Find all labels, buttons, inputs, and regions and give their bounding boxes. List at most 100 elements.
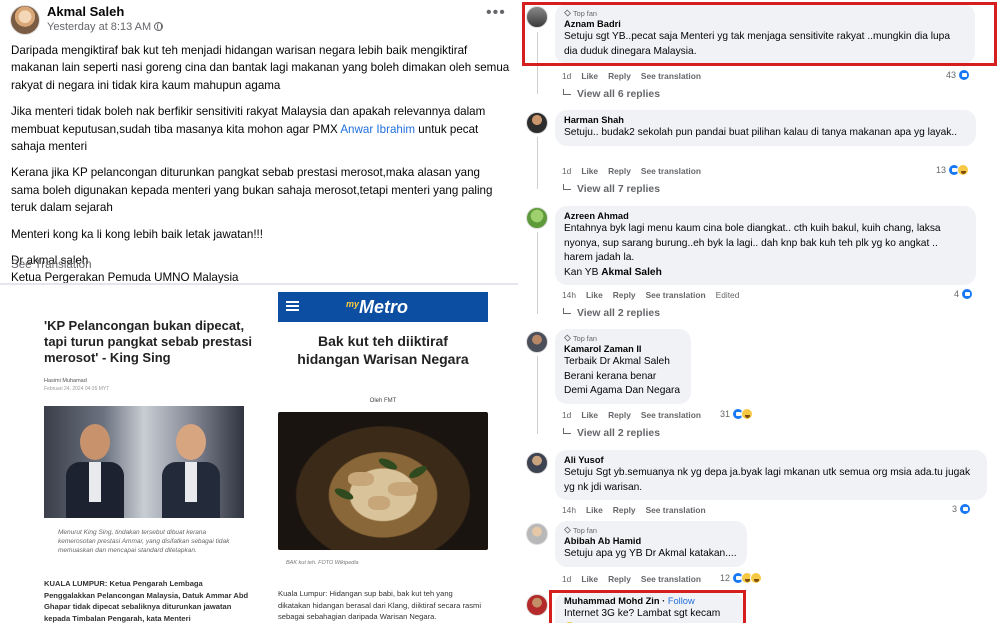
commenter-name[interactable]: Aznam Badri (564, 19, 966, 29)
article-lead: Kuala Lumpur: Hidangan sup babi, bak kut… (278, 589, 482, 621)
reaction-summary[interactable]: 12 (720, 572, 763, 584)
haha-reaction-icon (750, 572, 763, 584)
article-photo (44, 406, 244, 518)
article-date: Februari 24, 2024 04:35 MYT (44, 386, 110, 392)
more-options-button[interactable]: ••• (486, 5, 506, 22)
see-translation-link[interactable]: See Translation (11, 258, 92, 271)
reaction-summary[interactable]: 43 (946, 69, 971, 81)
see-translation-button[interactable]: See translation (641, 574, 701, 584)
reaction-summary[interactable]: 3 (952, 503, 972, 515)
article-headline: 'KP Pelancongan bukan dipecat, tapi turu… (44, 318, 253, 365)
like-button[interactable]: Like (586, 505, 603, 515)
reaction-summary[interactable]: 13 (936, 164, 970, 176)
commenter-avatar[interactable] (526, 6, 548, 28)
comment-actions: 14h Like Reply See translation (562, 505, 716, 515)
post-paragraph: Kerana jika KP pelancongan diturunkan pa… (11, 166, 493, 215)
commenter-avatar[interactable] (526, 594, 548, 616)
post-paragraph: Jika menteri tidak boleh nak berfikir se… (11, 103, 511, 155)
see-translation-button[interactable]: See translation (641, 410, 701, 420)
reply-arrow-icon (563, 308, 571, 314)
commenter-name[interactable]: Azreen Ahmad (564, 211, 967, 221)
haha-reaction-icon (741, 408, 754, 420)
commenter-name[interactable]: Harman Shah (564, 115, 967, 125)
see-translation-button[interactable]: See translation (641, 166, 701, 176)
top-fan-badge: Top fan (564, 9, 966, 18)
view-replies-link[interactable]: View all 6 replies (563, 89, 660, 100)
reply-button[interactable]: Reply (613, 505, 636, 515)
comment-actions: 1d Like Reply See translation (562, 410, 711, 420)
comment-time[interactable]: 14h (562, 290, 576, 300)
mention-link[interactable]: Akmal Saleh (601, 267, 662, 278)
article-byline: Oleh FMT (369, 398, 397, 404)
comment-actions: 14h Like Reply See translation Edited (562, 290, 749, 300)
comment-text-line: Demi Agama Dan Negara (564, 385, 681, 397)
reply-arrow-icon (563, 184, 571, 190)
like-button[interactable]: Like (581, 410, 598, 420)
commenter-avatar[interactable] (526, 112, 548, 134)
commenter-name[interactable]: Ali Yusof (564, 455, 978, 465)
like-button[interactable]: Like (586, 290, 603, 300)
post-paragraph: Menteri kong ka li kong lebih baik letak… (11, 227, 263, 241)
view-replies-link[interactable]: View all 2 replies (563, 308, 660, 319)
author-avatar[interactable] (10, 5, 40, 35)
commenter-avatar[interactable] (526, 452, 548, 474)
article-headline: Bak kut teh diiktiraf hidangan Warisan N… (297, 333, 469, 367)
reaction-count: 43 (946, 70, 957, 80)
reply-button[interactable]: Reply (608, 71, 631, 81)
commenter-name[interactable]: Kamarol Zaman II (564, 344, 682, 354)
reaction-count: 12 (720, 573, 731, 583)
comment-bubble: Top fan Aznam Badri Setuju sgt YB..pecat… (555, 4, 975, 65)
article-image-metro[interactable]: myMetro Bak kut teh diiktiraf hidangan W… (278, 292, 488, 623)
view-replies-link[interactable]: View all 2 replies (563, 428, 660, 439)
hamburger-menu-icon (286, 301, 299, 311)
comment-bubble: Ali Yusof Setuju Sgt yb.semuanya nk yg d… (555, 450, 987, 501)
commenter-avatar[interactable] (526, 331, 548, 353)
article-caption: BAK kut teh. FOTO Wikipedia (286, 560, 359, 566)
comment-text-line: Terbaik Dr Akmal Saleh (564, 356, 670, 367)
reply-button[interactable]: Reply (608, 410, 631, 420)
person-figure (162, 418, 220, 518)
metro-header-bar: myMetro (278, 292, 488, 322)
view-replies-link[interactable]: View all 7 replies (563, 184, 660, 195)
like-button[interactable]: Like (581, 166, 598, 176)
reply-button[interactable]: Reply (608, 166, 631, 176)
see-translation-button[interactable]: See translation (641, 71, 701, 81)
like-button[interactable]: Like (581, 574, 598, 584)
mention-link[interactable]: Anwar Ibrahim (340, 123, 415, 136)
see-translation-button[interactable]: See translation (646, 505, 706, 515)
author-name[interactable]: Akmal Saleh (47, 4, 124, 19)
reaction-summary[interactable]: 4 (954, 288, 974, 300)
timestamp-text[interactable]: Yesterday at 8:13 AM (47, 21, 151, 33)
comment-time[interactable]: 14h (562, 505, 576, 515)
comment-actions: 1d Like Reply See translation (562, 166, 711, 176)
haha-reaction-icon (957, 164, 970, 176)
like-reaction-icon (959, 503, 972, 515)
commenter-name[interactable]: Muhammad Mohd Zin (564, 596, 660, 606)
comment-bubble: Top fan Kamarol Zaman II Terbaik Dr Akma… (555, 329, 691, 404)
commenter-avatar[interactable] (526, 523, 548, 545)
top-fan-icon (564, 9, 571, 17)
comment-time[interactable]: 1d (562, 410, 571, 420)
comment-actions: 1d Like Reply See translation (562, 71, 711, 81)
article-lead: KUALA LUMPUR: Ketua Pengarah Lembaga Pen… (44, 578, 254, 623)
facebook-post: Akmal Saleh Yesterday at 8:13 AM ••• Dar… (0, 0, 518, 623)
commenter-avatar[interactable] (526, 207, 548, 229)
comment-time[interactable]: 1d (562, 71, 571, 81)
edited-label: Edited (715, 290, 740, 300)
comment-bubble: Harman Shah Setuju.. budak2 sekolah pun … (555, 110, 976, 146)
comment-text: Internet 3G ke? Lambat sgt kecam (564, 607, 734, 623)
reply-arrow-icon (563, 428, 571, 434)
reply-button[interactable]: Reply (613, 290, 636, 300)
comment-text: Setuju sgt YB..pecat saja Menteri yg tak… (564, 31, 951, 57)
follow-button[interactable]: Follow (668, 596, 695, 606)
thread-line (537, 32, 538, 94)
article-image-astro[interactable]: 'KP Pelancongan bukan dipecat, tapi turu… (30, 318, 260, 623)
post-timestamp[interactable]: Yesterday at 8:13 AM (47, 21, 164, 33)
see-translation-button[interactable]: See translation (646, 290, 706, 300)
like-button[interactable]: Like (581, 71, 598, 81)
reply-button[interactable]: Reply (608, 574, 631, 584)
commenter-name[interactable]: Abibah Ab Hamid (564, 536, 738, 546)
reaction-summary[interactable]: 31 (720, 408, 754, 420)
comment-time[interactable]: 1d (562, 166, 571, 176)
comment-time[interactable]: 1d (562, 574, 571, 584)
